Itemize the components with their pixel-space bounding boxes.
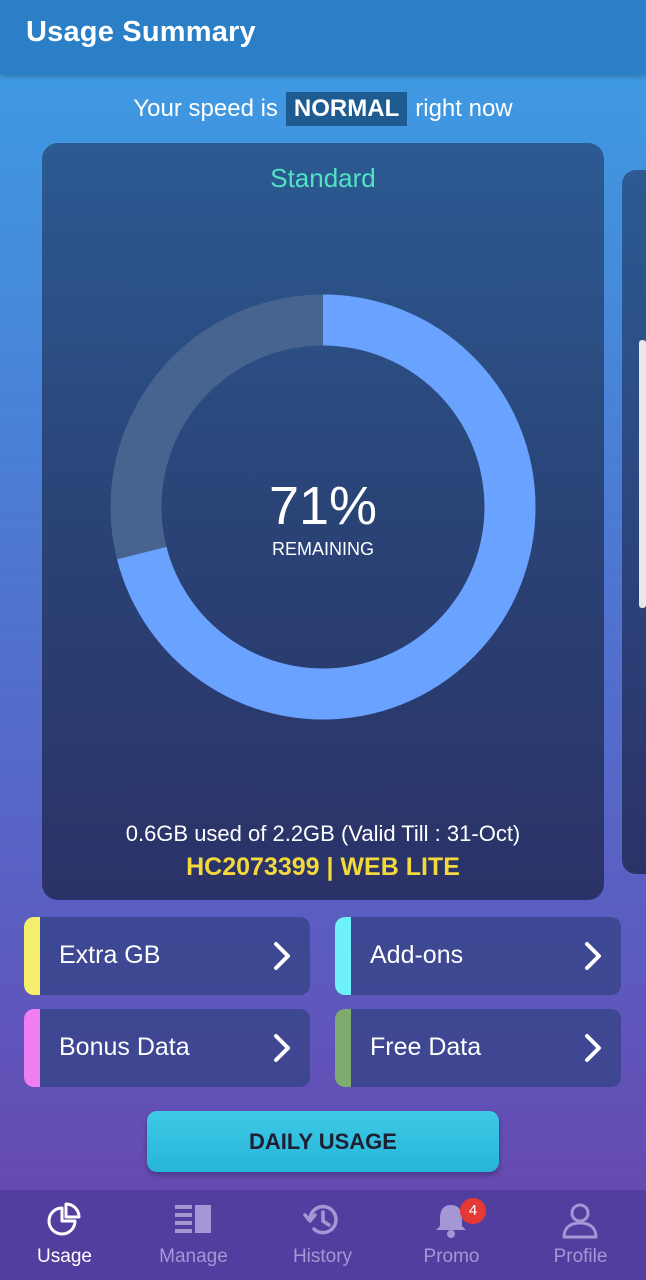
nav-usage[interactable]: Usage: [0, 1190, 129, 1280]
nav-history[interactable]: History: [258, 1190, 387, 1280]
tile-color-stripe: [24, 1009, 40, 1087]
nav-label: Manage: [159, 1246, 228, 1267]
nav-profile[interactable]: Profile: [516, 1190, 645, 1280]
chevron-right-icon: [585, 942, 601, 970]
tile-color-stripe: [335, 917, 351, 995]
carousel-scroll-indicator: [639, 340, 646, 608]
nav-label: History: [292, 1246, 353, 1267]
account-plan-text: HC2073399 | WEB LITE: [186, 853, 460, 881]
daily-usage-button[interactable]: DAILY USAGE: [147, 1111, 499, 1172]
pie-chart-icon: [47, 1202, 81, 1236]
tile-label: Add-ons: [370, 941, 464, 969]
manage-icon: [175, 1205, 211, 1233]
plan-usage-card[interactable]: Standard 71% REMAINING 0.6GB used of 2.2…: [42, 143, 604, 900]
nav-promo[interactable]: 4 Promo: [387, 1190, 516, 1280]
bottom-nav: Usage Manage History 4 Promo Profile: [0, 1190, 646, 1280]
extra-gb-button[interactable]: Extra GB: [24, 917, 310, 995]
nav-label: Usage: [37, 1246, 92, 1267]
tile-label: Bonus Data: [59, 1033, 190, 1061]
tile-label: Free Data: [370, 1033, 482, 1061]
nav-manage[interactable]: Manage: [129, 1190, 258, 1280]
remaining-percent: 71%: [268, 476, 378, 536]
speed-status-line: Your speed is NORMAL right now: [0, 92, 646, 126]
app-bar: Usage Summary: [0, 0, 646, 74]
speed-prefix: Your speed is: [133, 95, 278, 122]
nav-label: Profile: [553, 1246, 608, 1267]
chevron-right-icon: [274, 942, 290, 970]
bonus-data-button[interactable]: Bonus Data: [24, 1009, 310, 1087]
page-title: Usage Summary: [26, 16, 256, 48]
speed-status-badge: NORMAL: [285, 92, 408, 126]
add-ons-button[interactable]: Add-ons: [335, 917, 621, 995]
usage-summary-text: 0.6GB used of 2.2GB (Valid Till : 31-Oct…: [125, 821, 521, 846]
free-data-button[interactable]: Free Data: [335, 1009, 621, 1087]
speed-suffix: right now: [415, 95, 513, 122]
promo-notification-badge: 4: [460, 1198, 486, 1224]
profile-icon: [562, 1203, 598, 1239]
tile-color-stripe: [24, 917, 40, 995]
chevron-right-icon: [585, 1034, 601, 1062]
remaining-label: REMAINING: [271, 539, 374, 559]
tile-label: Extra GB: [59, 941, 161, 969]
history-icon: [303, 1204, 338, 1235]
tile-color-stripe: [335, 1009, 351, 1087]
chevron-right-icon: [274, 1034, 290, 1062]
nav-label: Promo: [423, 1246, 480, 1267]
